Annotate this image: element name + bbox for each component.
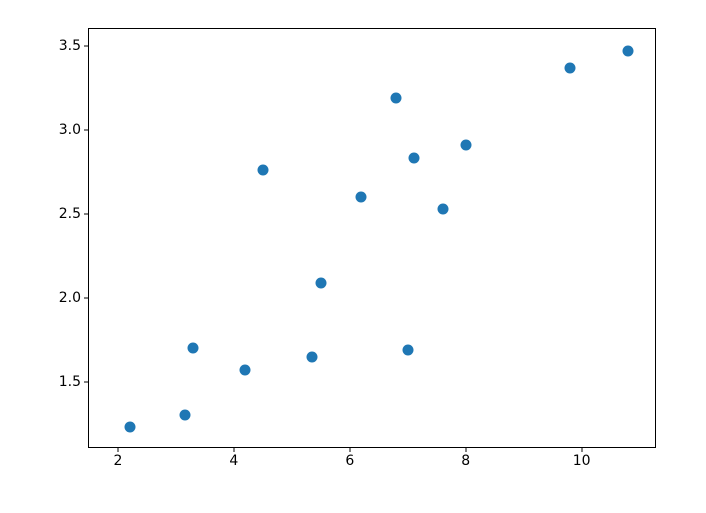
- y-tick-label: 2.0: [59, 290, 81, 306]
- scatter-point: [391, 92, 402, 103]
- scatter-point: [437, 203, 448, 214]
- x-axis-ticks: 2 4 6 8 10: [89, 447, 655, 477]
- scatter-point: [408, 153, 419, 164]
- y-axis-ticks: 1.5 2.0 2.5 3.0 3.5: [39, 29, 89, 447]
- x-tick-mark: [233, 447, 234, 452]
- x-tick-mark: [465, 447, 466, 452]
- scatter-point: [315, 277, 326, 288]
- y-tick-mark: [84, 129, 89, 130]
- x-tick-label: 6: [345, 453, 354, 469]
- scatter-point: [179, 410, 190, 421]
- y-tick-mark: [84, 297, 89, 298]
- y-tick-label: 1.5: [59, 374, 81, 390]
- x-tick-mark: [349, 447, 350, 452]
- scatter-point: [240, 365, 251, 376]
- scatter-point: [402, 344, 413, 355]
- scatter-point: [565, 62, 576, 73]
- y-tick-mark: [84, 213, 89, 214]
- x-tick-mark: [581, 447, 582, 452]
- x-tick-label: 8: [461, 453, 470, 469]
- y-tick-mark: [84, 381, 89, 382]
- scatter-point: [307, 351, 318, 362]
- scatter-point: [124, 422, 135, 433]
- y-tick-label: 3.5: [59, 38, 81, 54]
- plot-axes: 246810 1.52.02.53.03.5: [88, 28, 656, 448]
- x-tick-label: 10: [573, 453, 591, 469]
- scatter-point: [257, 165, 268, 176]
- y-tick-label: 2.5: [59, 206, 81, 222]
- x-tick-label: 2: [114, 453, 123, 469]
- y-tick-mark: [84, 45, 89, 46]
- scatter-point: [188, 343, 199, 354]
- scatter-point: [623, 45, 634, 56]
- y-tick-label: 3.0: [59, 122, 81, 138]
- scatter-point: [356, 192, 367, 203]
- figure: 2 4 6 8 10 1.5 2.0 2.5 3.0 3.5: [0, 0, 706, 513]
- scatter-point: [460, 139, 471, 150]
- x-tick-label: 4: [229, 453, 238, 469]
- x-tick-mark: [117, 447, 118, 452]
